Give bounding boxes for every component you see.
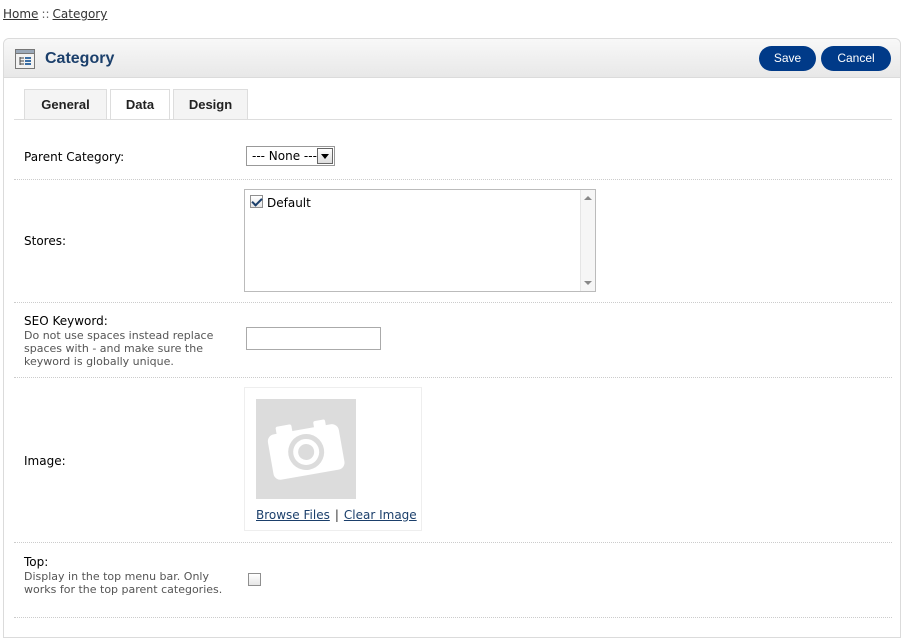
browse-files-link[interactable]: Browse Files	[256, 508, 330, 522]
top-label: Top:	[24, 555, 49, 569]
clear-image-link[interactable]: Clear Image	[344, 508, 417, 522]
category-form-box: Category Save Cancel General Data Design…	[3, 38, 901, 638]
page-title: Category	[45, 50, 115, 67]
chevron-down-icon[interactable]	[317, 148, 333, 164]
image-thumbnail	[256, 399, 356, 499]
store-default-checkbox[interactable]	[250, 195, 263, 208]
row-divider	[14, 302, 892, 303]
store-default-label: Default	[267, 196, 311, 210]
breadcrumb-separator: ::	[41, 7, 50, 21]
stores-list: Default	[244, 189, 596, 292]
tab-design[interactable]: Design	[173, 89, 248, 119]
seo-keyword-input[interactable]	[246, 327, 381, 350]
save-button[interactable]: Save	[759, 46, 816, 71]
breadcrumb-home-link[interactable]: Home	[3, 7, 38, 21]
breadcrumb: Home:: Category	[3, 7, 107, 21]
seo-keyword-label: SEO Keyword:	[24, 314, 108, 328]
seo-keyword-help: Do not use spaces instead replace spaces…	[24, 329, 214, 368]
image-actions: Browse Files | Clear Image	[256, 508, 417, 522]
tab-underline	[14, 119, 892, 120]
image-actions-separator: |	[334, 508, 339, 522]
tab-general[interactable]: General	[24, 89, 107, 119]
top-checkbox[interactable]	[248, 573, 261, 586]
row-divider	[14, 179, 892, 180]
top-help: Display in the top menu bar. Only works …	[24, 570, 223, 596]
parent-category-value: --- None ---	[252, 149, 317, 163]
cancel-button[interactable]: Cancel	[821, 46, 891, 71]
tab-data[interactable]: Data	[110, 89, 170, 120]
box-heading: Category Save Cancel	[4, 39, 900, 78]
parent-category-label: Parent Category:	[24, 150, 125, 164]
stores-label: Stores:	[24, 234, 67, 248]
image-preview-box: Browse Files | Clear Image	[244, 387, 422, 531]
parent-category-select[interactable]: --- None ---	[246, 146, 335, 166]
stores-scrollbar[interactable]	[580, 190, 595, 291]
breadcrumb-category-link[interactable]: Category	[53, 7, 108, 21]
row-divider	[14, 377, 892, 378]
scroll-down-icon[interactable]	[584, 281, 592, 285]
category-list-icon	[15, 49, 35, 69]
camera-icon	[267, 419, 345, 480]
row-divider	[14, 617, 892, 618]
image-label: Image:	[24, 454, 66, 468]
scroll-up-icon[interactable]	[584, 196, 592, 200]
row-divider	[14, 542, 892, 543]
